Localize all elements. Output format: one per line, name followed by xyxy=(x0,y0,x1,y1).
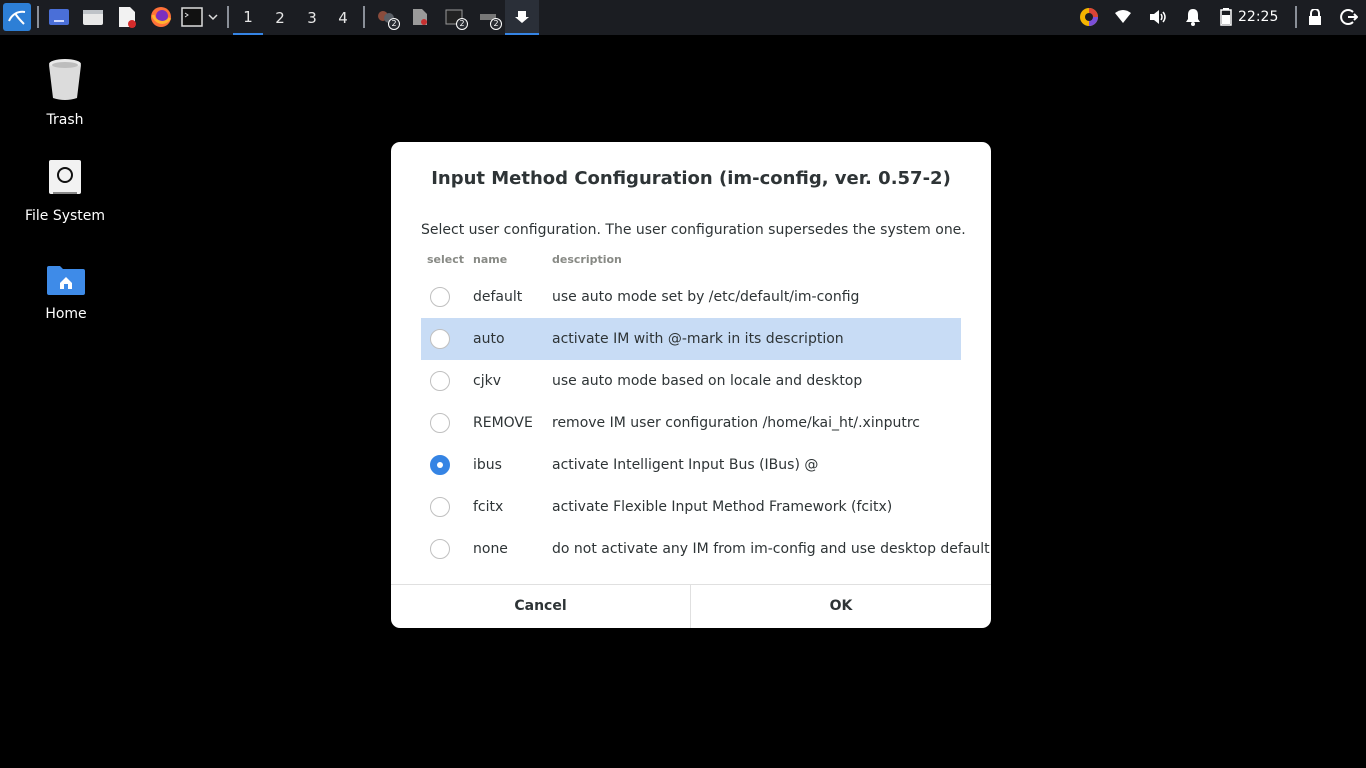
clock[interactable]: 22:25 xyxy=(1238,0,1278,35)
workspace-label: 2 xyxy=(275,8,285,27)
dialog-message: Select user configuration. The user conf… xyxy=(421,222,966,238)
window-count-badge: 2 xyxy=(490,18,502,30)
desktop-icon-home[interactable]: Home xyxy=(16,264,116,322)
column-header-description[interactable]: description xyxy=(552,253,622,266)
workspace-label: 3 xyxy=(307,8,317,27)
column-header-select[interactable]: select xyxy=(427,253,464,266)
notification-bell-icon[interactable] xyxy=(1182,7,1204,27)
drive-icon xyxy=(49,160,81,194)
window-count-badge: 2 xyxy=(456,18,468,30)
option-name: REMOVE xyxy=(473,415,533,431)
chevron-down-icon[interactable] xyxy=(206,10,220,24)
option-name: auto xyxy=(473,331,505,347)
option-description: activate Flexible Input Method Framework… xyxy=(552,499,893,515)
panel-separator xyxy=(37,6,39,28)
option-row-default[interactable]: default use auto mode set by /etc/defaul… xyxy=(421,276,961,318)
desktop-icon-label: Trash xyxy=(46,112,84,128)
workspace-label: 1 xyxy=(243,7,253,26)
task-window-icon[interactable]: 2 xyxy=(478,7,502,30)
panel-separator xyxy=(363,6,365,28)
option-row-remove[interactable]: REMOVE remove IM user configuration /hom… xyxy=(421,402,961,444)
option-name: default xyxy=(473,289,523,305)
option-description: activate IM with @-mark in its descripti… xyxy=(552,331,844,347)
show-desktop-icon[interactable] xyxy=(47,6,71,28)
kali-menu-icon[interactable] xyxy=(3,3,31,31)
option-name: fcitx xyxy=(473,499,504,515)
color-picker-icon[interactable] xyxy=(1078,6,1100,28)
dialog-title: Input Method Configuration (im-config, v… xyxy=(431,168,951,189)
ok-button[interactable]: OK xyxy=(691,585,991,628)
file-manager-icon[interactable] xyxy=(81,6,105,28)
firefox-icon[interactable] xyxy=(149,5,173,29)
panel-separator xyxy=(1295,6,1297,28)
desktop-icon-trash[interactable]: Trash xyxy=(15,58,115,128)
lock-icon[interactable] xyxy=(1305,7,1325,27)
workspace-4[interactable]: 4 xyxy=(328,0,358,35)
battery-icon[interactable] xyxy=(1216,7,1236,27)
option-name: ibus xyxy=(473,457,502,473)
task-im-config-icon[interactable] xyxy=(505,0,539,35)
radio-none[interactable] xyxy=(430,539,450,559)
column-header-name[interactable]: name xyxy=(473,253,507,266)
task-editor-icon[interactable] xyxy=(410,7,430,27)
window-count-badge: 2 xyxy=(388,18,400,30)
cancel-button[interactable]: Cancel xyxy=(391,585,691,628)
panel-separator xyxy=(227,6,229,28)
desktop-icon-file-system[interactable]: File System xyxy=(15,158,115,224)
option-description: use auto mode based on locale and deskto… xyxy=(552,373,863,389)
option-row-ibus[interactable]: ibus activate Intelligent Input Bus (IBu… xyxy=(421,444,961,486)
workspace-1[interactable]: 1 xyxy=(233,0,263,35)
option-row-cjkv[interactable]: cjkv use auto mode based on locale and d… xyxy=(421,360,961,402)
im-config-dialog: Input Method Configuration (im-config, v… xyxy=(391,142,991,628)
desktop-icon-label: Home xyxy=(45,306,87,322)
option-row-fcitx[interactable]: fcitx activate Flexible Input Method Fra… xyxy=(421,486,961,528)
option-row-none[interactable]: none do not activate any IM from im-conf… xyxy=(421,528,990,570)
task-terminal-icon[interactable]: 2 xyxy=(444,7,468,30)
radio-auto[interactable] xyxy=(430,329,450,349)
radio-remove[interactable] xyxy=(430,413,450,433)
option-name: none xyxy=(473,541,508,557)
option-description: activate Intelligent Input Bus (IBus) @ xyxy=(552,457,819,473)
logout-icon[interactable] xyxy=(1338,7,1360,27)
radio-fcitx[interactable] xyxy=(430,497,450,517)
option-name: cjkv xyxy=(473,373,501,389)
workspace-2[interactable]: 2 xyxy=(265,0,295,35)
text-editor-icon[interactable] xyxy=(115,5,139,29)
top-panel: 1 2 3 4 2 2 2 22:25 xyxy=(0,0,1366,35)
radio-ibus[interactable] xyxy=(430,455,450,475)
option-description: use auto mode set by /etc/default/im-con… xyxy=(552,289,860,305)
option-description: remove IM user configuration /home/kai_h… xyxy=(552,415,920,431)
task-app-icon[interactable]: 2 xyxy=(376,7,400,30)
radio-default[interactable] xyxy=(430,287,450,307)
volume-icon[interactable] xyxy=(1147,7,1169,27)
workspace-3[interactable]: 3 xyxy=(297,0,327,35)
radio-cjkv[interactable] xyxy=(430,371,450,391)
home-folder-icon xyxy=(47,266,85,295)
option-row-auto[interactable]: auto activate IM with @-mark in its desc… xyxy=(421,318,961,360)
wifi-icon[interactable] xyxy=(1112,7,1134,27)
option-description: do not activate any IM from im-config an… xyxy=(552,541,990,557)
dialog-footer: Cancel OK xyxy=(391,584,991,628)
trash-icon xyxy=(49,59,81,100)
terminal-icon[interactable] xyxy=(180,6,204,28)
desktop-icon-label: File System xyxy=(24,208,106,224)
workspace-label: 4 xyxy=(338,8,348,27)
